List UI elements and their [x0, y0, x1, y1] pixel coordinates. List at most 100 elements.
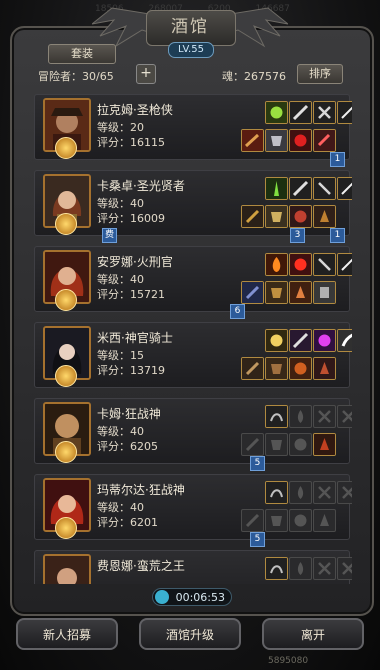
- skill-slot[interactable]: [337, 253, 352, 276]
- skill-slot[interactable]: [265, 101, 288, 124]
- skill-slot[interactable]: [337, 329, 352, 352]
- hero-score: 评分：16009: [97, 212, 165, 225]
- equipment-slot[interactable]: [241, 205, 264, 228]
- rank-emblem-icon: [55, 137, 77, 159]
- hero-level: 等级：40: [97, 425, 144, 438]
- hero-portrait: [43, 554, 91, 584]
- hero-score: 评分：6201: [97, 516, 158, 529]
- empty-skill-slot[interactable]: [337, 481, 352, 504]
- skill-slot[interactable]: [313, 101, 336, 124]
- equipment-slot[interactable]: [265, 357, 288, 380]
- hero-card[interactable]: 米西·神官骑士 等级：15 评分：13719: [34, 322, 352, 388]
- rune-count-badge: 3: [290, 228, 305, 243]
- skill-slot[interactable]: [289, 177, 312, 200]
- equipment-slot[interactable]: [265, 205, 288, 228]
- rank-emblem-icon: [55, 441, 77, 463]
- clock-icon: [155, 590, 169, 604]
- equipment-slot[interactable]: [265, 281, 288, 304]
- empty-skill-slot[interactable]: [313, 481, 336, 504]
- skill-slot[interactable]: [337, 177, 352, 200]
- rune-count-badge: 1: [330, 228, 345, 243]
- hero-score: 评分：6205: [97, 440, 158, 453]
- equipment-slot[interactable]: [313, 205, 336, 228]
- equipment-slot[interactable]: [241, 129, 264, 152]
- rune-count-badge: 5: [250, 456, 265, 471]
- skill-slot[interactable]: [313, 329, 336, 352]
- empty-skill-slot[interactable]: [337, 405, 352, 428]
- tavern-screen: 18506 268007 6200 146687 酒馆 LV.55 套装 冒险者…: [0, 0, 380, 670]
- hero-score: 评分：16115: [97, 136, 165, 149]
- skill-slot[interactable]: [265, 405, 288, 428]
- add-slot-button[interactable]: +: [136, 64, 156, 84]
- equipment-slot[interactable]: [289, 129, 312, 152]
- skill-slot[interactable]: [313, 253, 336, 276]
- equipment-slot[interactable]: [265, 129, 288, 152]
- empty-skill-slot[interactable]: [313, 557, 336, 580]
- empty-skill-slot[interactable]: [289, 405, 312, 428]
- empty-equipment-slot[interactable]: [289, 433, 312, 456]
- empty-skill-slot[interactable]: [337, 557, 352, 580]
- gold-amount: 5895080: [268, 656, 309, 666]
- empty-skill-slot[interactable]: [313, 405, 336, 428]
- hero-list[interactable]: 拉克姆·圣枪侠 等级：20 评分：16115 1 卡桑卓·圣光贤者 等级：40 …: [28, 88, 352, 584]
- skill-slot[interactable]: [289, 329, 312, 352]
- hero-score: 评分：15721: [97, 288, 165, 301]
- hero-card[interactable]: 卡姆·狂战神 等级：40 评分：6205: [34, 398, 352, 464]
- hero-card[interactable]: 安罗娜·火刑官 等级：40 评分：15721: [34, 246, 352, 312]
- skill-slot[interactable]: [289, 101, 312, 124]
- equipment-slot[interactable]: [289, 357, 312, 380]
- hero-name: 卡桑卓·圣光贤者: [97, 179, 185, 193]
- equipment-slot[interactable]: [313, 357, 336, 380]
- equipment-slot[interactable]: [313, 129, 336, 152]
- leave-button[interactable]: 离开: [262, 618, 364, 650]
- skill-slot[interactable]: [265, 177, 288, 200]
- hero-score: 评分：13719: [97, 364, 165, 377]
- rank-emblem-icon: [55, 289, 77, 311]
- empty-skill-slot[interactable]: [289, 557, 312, 580]
- hero-level: 等级：20: [97, 121, 144, 134]
- empty-equipment-slot[interactable]: [241, 433, 264, 456]
- empty-equipment-slot[interactable]: [313, 509, 336, 532]
- equipment-slot[interactable]: [241, 357, 264, 380]
- skill-slot[interactable]: [265, 253, 288, 276]
- page-title: 酒馆: [171, 17, 209, 37]
- skill-slot[interactable]: [289, 253, 312, 276]
- adventurer-count: 冒险者：30/65: [38, 70, 114, 83]
- skill-slot[interactable]: [337, 101, 352, 124]
- hero-name: 拉克姆·圣枪侠: [97, 103, 173, 117]
- tavern-level-badge: LV.55: [168, 42, 214, 58]
- rune-count-badge: 1: [330, 152, 345, 167]
- empty-skill-slot[interactable]: [289, 481, 312, 504]
- upgrade-tavern-button[interactable]: 酒馆升级: [139, 618, 241, 650]
- empty-equipment-slot[interactable]: [241, 509, 264, 532]
- equipment-slot[interactable]: [313, 433, 336, 456]
- tab-set[interactable]: 套装: [48, 44, 116, 64]
- hero-name: 安罗娜·火刑官: [97, 255, 173, 269]
- hero-name: 费恩娜·蛮荒之王: [97, 559, 185, 573]
- set-badge: 费: [102, 228, 117, 243]
- hero-card[interactable]: 拉克姆·圣枪侠 等级：20 评分：16115: [34, 94, 352, 160]
- skill-slot[interactable]: [265, 481, 288, 504]
- sort-button[interactable]: 排序: [297, 64, 343, 84]
- rank-emblem-icon: [55, 517, 77, 539]
- skill-slot[interactable]: [265, 557, 288, 580]
- equipment-slot[interactable]: [289, 205, 312, 228]
- rank-emblem-icon: [55, 365, 77, 387]
- equipment-slot[interactable]: [289, 281, 312, 304]
- rune-count-badge: 5: [250, 532, 265, 547]
- hero-card[interactable]: 卡桑卓·圣光贤者 等级：40 评分：16009: [34, 170, 352, 236]
- hero-level: 等级：40: [97, 273, 144, 286]
- empty-equipment-slot[interactable]: [265, 509, 288, 532]
- empty-equipment-slot[interactable]: [265, 433, 288, 456]
- skill-slot[interactable]: [313, 177, 336, 200]
- equipment-slot[interactable]: [241, 281, 264, 304]
- empty-equipment-slot[interactable]: [289, 509, 312, 532]
- equipment-slot[interactable]: [313, 281, 336, 304]
- hero-name: 玛蒂尔达·狂战神: [97, 483, 185, 497]
- hero-card[interactable]: 费恩娜·蛮荒之王: [34, 550, 352, 584]
- skill-slot[interactable]: [265, 329, 288, 352]
- hero-card[interactable]: 玛蒂尔达·狂战神 等级：40 评分：6201: [34, 474, 352, 540]
- hero-level: 等级：40: [97, 501, 144, 514]
- recruit-button[interactable]: 新人招募: [16, 618, 118, 650]
- hero-name: 卡姆·狂战神: [97, 407, 161, 421]
